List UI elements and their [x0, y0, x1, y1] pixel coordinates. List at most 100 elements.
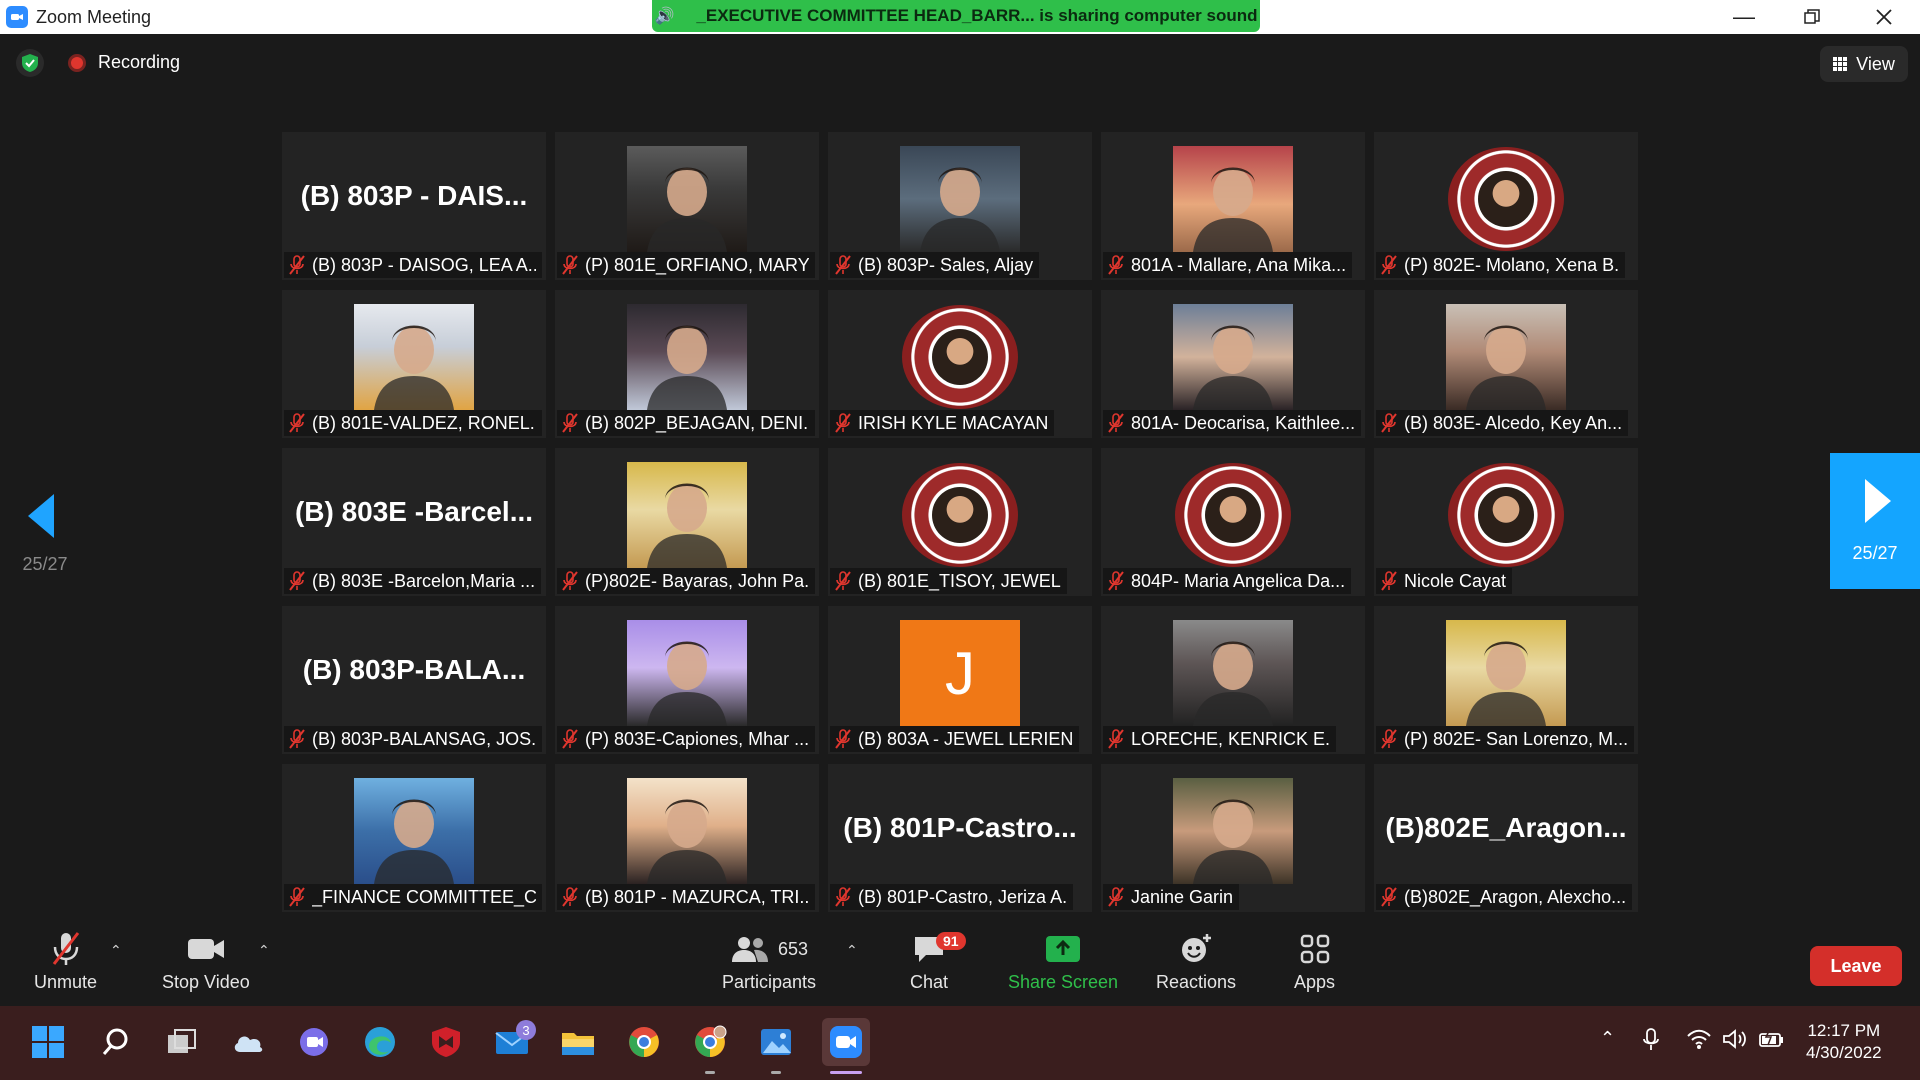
participant-name: (B) 803E- Alcedo, Key An... — [1404, 412, 1623, 433]
participant-tile[interactable]: (B) 801E_TISOY, JEWEL — [828, 448, 1092, 596]
participant-name: (B) 803P- Sales, Aljay — [858, 254, 1034, 275]
participant-tile[interactable]: 801A- Deocarisa, Kaithlee... — [1101, 290, 1365, 438]
participant-tile[interactable]: (P) 801E_ORFIANO, MARY... — [555, 132, 819, 280]
participant-name: (B) 803E -Barcelon,Maria ... — [312, 570, 536, 591]
security-shield-icon[interactable] — [16, 49, 44, 77]
muted-microphone-icon — [835, 887, 851, 907]
leave-button[interactable]: Leave — [1810, 946, 1902, 986]
participant-name-label: (P) 803E-Capiones, Mhar ... — [557, 726, 815, 752]
school-seal-frame-icon — [902, 463, 1018, 567]
participant-profile-photo — [1446, 146, 1566, 252]
participants-button[interactable]: 653 Participants — [722, 930, 816, 993]
participant-name: (P) 803E-Capiones, Mhar ... — [585, 728, 809, 749]
muted-microphone-icon — [1108, 887, 1124, 907]
view-button[interactable]: View — [1820, 46, 1908, 82]
muted-microphone-icon — [1381, 571, 1397, 591]
chrome-browser-icon[interactable] — [624, 1022, 664, 1062]
participant-name-label: (B)802E_Aragon, Alexcho... — [1376, 884, 1633, 910]
participant-name: (B) 803A - JEWEL LERIEN — [858, 728, 1074, 749]
participant-tile[interactable]: (B) 803P - DAIS... (B) 803P - DAISOG, LEA… — [282, 132, 546, 280]
muted-microphone-icon — [289, 887, 305, 907]
participant-tile[interactable]: (P) 802E- Molano, Xena B. — [1374, 132, 1638, 280]
participant-tile[interactable]: (P) 803E-Capiones, Mhar ... — [555, 606, 819, 754]
reactions-button[interactable]: Reactions — [1156, 930, 1236, 993]
participant-tile[interactable]: (B) 803E -Barcel... (B) 803E -Barcelon,Ma… — [282, 448, 546, 596]
participant-name: (B) 801P-Castro, Jeriza A. — [858, 886, 1068, 907]
grid-view-icon — [1833, 56, 1848, 72]
apps-label: Apps — [1294, 972, 1336, 992]
minimize-button[interactable]: — — [1710, 0, 1778, 34]
clock-time: 12:17 PM — [1807, 1021, 1881, 1040]
participant-tile[interactable]: Janine Garin — [1101, 764, 1365, 912]
participant-tile[interactable]: (B) 801P-Castro... (B) 801P-Castro, Jeriz… — [828, 764, 1092, 912]
edge-browser-icon[interactable] — [360, 1022, 400, 1062]
participant-profile-photo — [1173, 462, 1293, 568]
close-button[interactable] — [1850, 0, 1918, 34]
participant-tile[interactable]: J (B) 803A - JEWEL LERIEN — [828, 606, 1092, 754]
search-icon[interactable] — [96, 1022, 136, 1062]
participant-tile[interactable]: 804P- Maria Angelica Da... — [1101, 448, 1365, 596]
previous-page-button[interactable]: 25/27 — [20, 494, 70, 575]
participant-tile[interactable]: 801A - Mallare, Ana Mika... — [1101, 132, 1365, 280]
teams-chat-icon[interactable] — [294, 1022, 334, 1062]
battery-charging-icon[interactable] — [1758, 1028, 1786, 1055]
participant-tile[interactable]: (B) 803P- Sales, Aljay — [828, 132, 1092, 280]
tray-chevron-up-icon[interactable]: ⌃ — [1600, 1028, 1615, 1049]
participant-tile[interactable]: (B) 803E- Alcedo, Key An... — [1374, 290, 1638, 438]
participant-name: Nicole Cayat — [1404, 570, 1507, 591]
apps-button[interactable]: Apps — [1294, 930, 1335, 993]
participant-tile[interactable]: (B) 801E-VALDEZ, RONEL... — [282, 290, 546, 438]
next-page-button[interactable]: 25/27 — [1830, 453, 1920, 589]
participant-tile[interactable]: LORECHE, KENRICK E. — [1101, 606, 1365, 754]
participant-name: (P) 801E_ORFIANO, MARY... — [585, 254, 809, 275]
participant-display-name: (B)802E_Aragon... — [1385, 812, 1627, 843]
participant-tile[interactable]: (P) 802E- San Lorenzo, M... — [1374, 606, 1638, 754]
muted-microphone-icon — [1381, 887, 1397, 907]
participant-tile[interactable]: (B)802E_Aragon... (B)802E_Aragon, Alexcho… — [1374, 764, 1638, 912]
participants-options-chevron-up-icon[interactable]: ⌃ — [846, 942, 858, 959]
file-explorer-icon[interactable] — [558, 1022, 598, 1062]
microphone-tray-icon[interactable] — [1642, 1028, 1660, 1057]
chrome-running-indicator — [705, 1071, 715, 1074]
participant-name-label: (B) 802P_BEJAGAN, DENI... — [557, 410, 815, 436]
participant-tile[interactable]: _FINANCE COMMITTEE_C... — [282, 764, 546, 912]
zoom-app-icon — [6, 6, 28, 28]
muted-microphone-icon — [289, 729, 305, 749]
participant-profile-photo — [627, 462, 747, 568]
audio-options-chevron-up-icon[interactable]: ⌃ — [110, 942, 122, 959]
unmute-button[interactable]: Unmute — [34, 930, 97, 993]
volume-icon[interactable] — [1722, 1028, 1748, 1055]
participant-tile[interactable]: (P)802E- Bayaras, John Pa... — [555, 448, 819, 596]
participant-profile-photo — [354, 304, 474, 410]
photos-icon[interactable] — [756, 1022, 796, 1062]
participant-name: 801A- Deocarisa, Kaithlee... — [1131, 412, 1355, 433]
participant-tile[interactable]: Nicole Cayat — [1374, 448, 1638, 596]
weather-widget-icon[interactable] — [228, 1022, 268, 1062]
share-screen-button[interactable]: Share Screen — [1008, 930, 1118, 993]
zoom-taskbar-icon[interactable] — [822, 1018, 870, 1066]
participant-name: (P) 802E- San Lorenzo, M... — [1404, 728, 1628, 749]
meeting-area: Recording View 25/27 25/27 (B) 803P - DA… — [0, 34, 1920, 924]
muted-microphone-icon — [1108, 255, 1124, 275]
recording-indicator[interactable]: Recording — [68, 52, 180, 73]
participant-tile[interactable]: (B) 801P - MAZURCA, TRI... — [555, 764, 819, 912]
muted-microphone-icon — [1381, 255, 1397, 275]
participant-tile[interactable]: IRISH KYLE MACAYAN — [828, 290, 1092, 438]
windows-start-icon[interactable] — [28, 1022, 68, 1062]
system-clock[interactable]: 12:17 PM 4/30/2022 — [1806, 1020, 1882, 1064]
zoom-active-indicator — [830, 1071, 862, 1074]
wifi-icon[interactable] — [1686, 1028, 1712, 1055]
task-view-icon[interactable] — [162, 1022, 202, 1062]
stop-video-button[interactable]: Stop Video — [162, 930, 250, 993]
muted-microphone-icon — [1108, 729, 1124, 749]
participant-profile-photo — [900, 146, 1020, 252]
participant-name-label: (B) 803E- Alcedo, Key An... — [1376, 410, 1629, 436]
participant-profile-photo — [627, 146, 747, 252]
restore-button[interactable] — [1778, 0, 1846, 34]
video-options-chevron-up-icon[interactable]: ⌃ — [258, 942, 270, 959]
participant-tile[interactable]: (B) 802P_BEJAGAN, DENI... — [555, 290, 819, 438]
mcafee-shield-icon[interactable] — [426, 1022, 466, 1062]
chrome-profile-icon[interactable] — [690, 1022, 730, 1062]
participant-display-name: (B) 803P - DAIS... — [300, 180, 528, 211]
participant-tile[interactable]: (B) 803P-BALA... (B) 803P-BALANSAG, JOS..… — [282, 606, 546, 754]
